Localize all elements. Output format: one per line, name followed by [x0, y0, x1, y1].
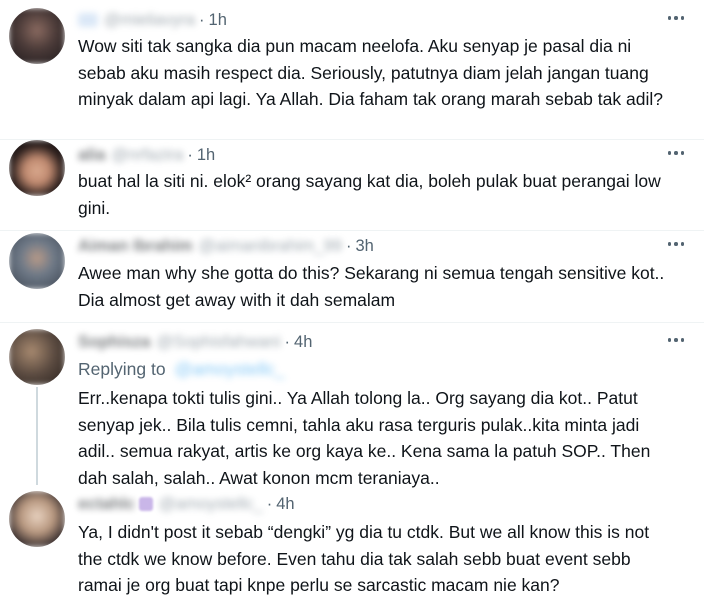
- tweet-3[interactable]: Aiman Ibrahim @aimanibrahim_99 · 3h Awee…: [0, 231, 704, 323]
- more-options-button[interactable]: [664, 146, 688, 160]
- display-name[interactable]: [78, 13, 98, 27]
- tweet-header: Sophisza @Sophisfahwani · 4h: [78, 331, 312, 353]
- timestamp[interactable]: 1h: [197, 146, 215, 165]
- user-handle[interactable]: @nrfazira: [112, 146, 184, 165]
- tweet-header: alia @nrfazira · 1h: [78, 144, 215, 166]
- separator-dot: ·: [187, 145, 193, 164]
- more-horizontal-icon: [667, 16, 672, 20]
- tweet-2[interactable]: alia @nrfazira · 1h buat hal la siti ni.…: [0, 140, 704, 232]
- tweet-1[interactable]: @mieliavyra · 1h Wow siti tak sangka dia…: [0, 0, 704, 140]
- user-handle[interactable]: @aimanibrahim_99: [199, 237, 342, 256]
- avatar[interactable]: [9, 491, 65, 547]
- replying-to: Replying to @amoystellc_: [78, 359, 285, 380]
- more-horizontal-icon: [667, 151, 672, 155]
- thread-line: [36, 387, 38, 485]
- separator-dot: ·: [345, 236, 352, 255]
- tweet-header: ectahlc @amoystellc_ · 4h: [78, 493, 295, 515]
- avatar[interactable]: [9, 329, 65, 385]
- timestamp[interactable]: 4h: [294, 333, 312, 352]
- user-handle[interactable]: @Sophisfahwani: [156, 333, 280, 352]
- user-handle[interactable]: @amoystellc_: [159, 495, 263, 514]
- tweet-text: Wow siti tak sangka dia pun macam neelof…: [78, 36, 663, 109]
- avatar[interactable]: [9, 140, 65, 196]
- display-name[interactable]: Aiman Ibrahim: [78, 237, 193, 256]
- avatar[interactable]: [9, 233, 65, 289]
- tweet-text: buat hal la siti ni. elok² orang sayang …: [78, 171, 661, 218]
- display-name[interactable]: alia: [78, 146, 106, 165]
- tweet-header: Aiman Ibrahim @aimanibrahim_99 · 3h: [78, 235, 374, 257]
- more-options-button[interactable]: [664, 333, 688, 347]
- more-options-button[interactable]: [664, 237, 688, 251]
- user-handle[interactable]: @mieliavyra: [104, 11, 195, 30]
- separator-dot: ·: [266, 494, 273, 513]
- tweet-text: Ya, I didn't post it sebab “dengki” yg d…: [78, 522, 650, 595]
- separator-dot: ·: [199, 10, 205, 29]
- tweet-5[interactable]: ectahlc @amoystellc_ · 4h Ya, I didn't p…: [0, 487, 704, 615]
- timestamp[interactable]: 4h: [276, 495, 294, 514]
- tweet-header: @mieliavyra · 1h: [78, 9, 227, 31]
- more-horizontal-icon: [667, 242, 672, 246]
- tweet-4[interactable]: Sophisza @Sophisfahwani · 4h Replying to…: [0, 323, 704, 488]
- separator-dot: ·: [284, 332, 291, 351]
- avatar[interactable]: [9, 8, 65, 64]
- more-horizontal-icon: [667, 338, 672, 342]
- timestamp[interactable]: 3h: [355, 237, 373, 256]
- tweet-text: Awee man why she gotta do this? Sekarang…: [78, 263, 665, 310]
- verified-badge-icon: [138, 497, 153, 511]
- display-name[interactable]: ectahlc: [78, 495, 135, 514]
- tweet-text: Err..kenapa tokti tulis gini.. Ya Allah …: [78, 388, 651, 488]
- more-options-button[interactable]: [664, 11, 688, 25]
- replying-handle-link[interactable]: @amoystellc_: [174, 359, 284, 380]
- replying-label: Replying to: [78, 359, 166, 379]
- timestamp[interactable]: 1h: [209, 11, 227, 30]
- display-name[interactable]: Sophisza: [78, 333, 150, 352]
